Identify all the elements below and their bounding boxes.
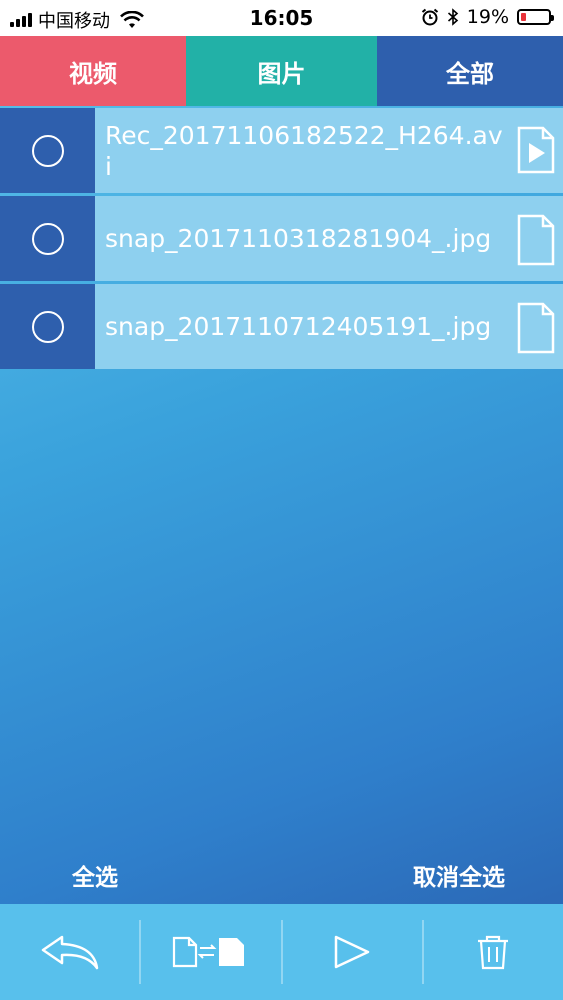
- status-bar: 中国移动 16:05 19%: [0, 0, 563, 36]
- file-name: snap_20171103182819​04_.jpg: [105, 224, 492, 253]
- bottom-toolbar: [0, 904, 563, 1000]
- delete-button[interactable]: [424, 904, 563, 1000]
- deselect-all-button[interactable]: 取消全选: [413, 858, 505, 892]
- play-icon: [334, 935, 370, 969]
- tab-video[interactable]: 视频: [0, 36, 186, 106]
- transfer-files-icon: [172, 936, 244, 968]
- battery-percent: 19%: [466, 6, 509, 28]
- file-info[interactable]: snap_20171103182819​04_.jpg: [95, 196, 563, 281]
- battery-icon: [517, 9, 554, 25]
- play-button[interactable]: [283, 904, 422, 1000]
- row-checkbox-area[interactable]: [0, 196, 95, 281]
- tab-all[interactable]: 全部: [377, 36, 563, 106]
- alarm-icon: [421, 8, 438, 26]
- select-radio[interactable]: [31, 222, 64, 255]
- bluetooth-icon: [447, 8, 458, 26]
- select-radio[interactable]: [31, 310, 64, 343]
- trash-icon: [478, 935, 509, 970]
- row-checkbox-area[interactable]: [0, 108, 95, 193]
- file-name: Rec_20171106182522_H264.avi: [105, 121, 503, 181]
- image-file-icon: [517, 302, 555, 354]
- back-icon: [41, 935, 98, 970]
- image-file-icon: [517, 214, 555, 266]
- filter-tabs: 视频 图片 全部: [0, 36, 563, 106]
- file-info[interactable]: snap_2017110712405191_.jpg: [95, 284, 563, 369]
- file-info[interactable]: Rec_20171106182522_H264.avi: [95, 108, 563, 193]
- select-radio[interactable]: [31, 134, 64, 167]
- file-list: Rec_20171106182522_H264.avi snap_2017110…: [0, 108, 563, 372]
- select-all-button[interactable]: 全选: [72, 858, 118, 892]
- tab-image[interactable]: 图片: [186, 36, 377, 106]
- row-checkbox-area[interactable]: [0, 284, 95, 369]
- file-name: snap_2017110712405191_.jpg: [105, 312, 492, 341]
- file-row[interactable]: snap_20171103182819​04_.jpg: [0, 196, 563, 281]
- file-row[interactable]: Rec_20171106182522_H264.avi: [0, 108, 563, 193]
- video-file-icon: [517, 126, 555, 174]
- back-button[interactable]: [0, 904, 139, 1000]
- transfer-button[interactable]: [141, 904, 280, 1000]
- file-row[interactable]: snap_2017110712405191_.jpg: [0, 284, 563, 369]
